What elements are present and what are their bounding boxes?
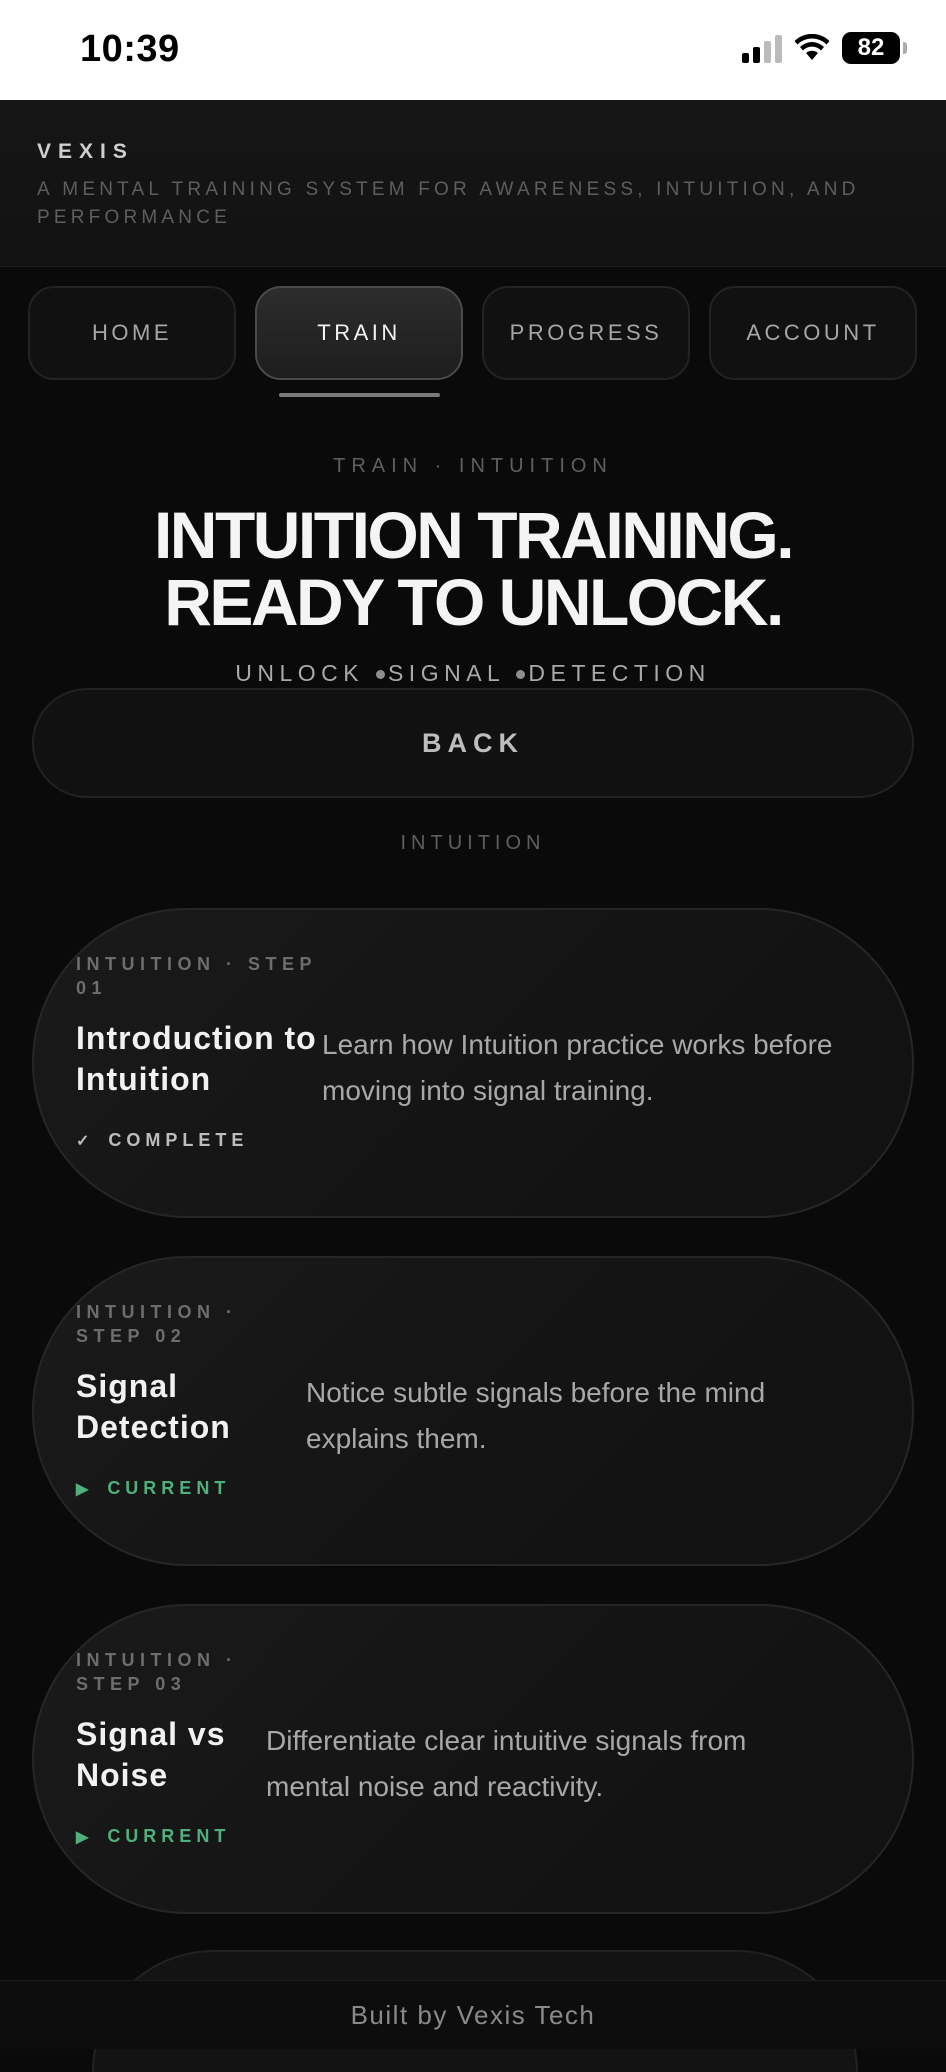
step-status-label: CURRENT <box>107 1478 231 1498</box>
page-title-line-2: READY TO UNLOCK. <box>164 565 784 639</box>
step-status-label: CURRENT <box>107 1826 231 1846</box>
step-card-info: INTUITION · STEP 03 Signal vs Noise ▶ CU… <box>76 1648 266 1847</box>
play-icon: ▶ <box>76 1480 94 1498</box>
step-title: Signal vs Noise <box>76 1716 226 1793</box>
check-icon: ✓ <box>76 1132 95 1150</box>
step-card[interactable]: INTUITION · STEP 01 Introduction to Intu… <box>32 908 914 1218</box>
unlock-requirements: UNLOCK SIGNAL DETECTION <box>0 660 946 687</box>
wifi-icon <box>794 34 830 60</box>
step-title: Signal Detection <box>76 1368 231 1445</box>
bullet-dot-icon <box>516 670 526 680</box>
step-description: Notice subtle signals before the mind ex… <box>306 1377 766 1454</box>
page-title: INTUITION TRAINING. READY TO UNLOCK. <box>0 502 946 636</box>
step-description: Learn how Intuition practice works befor… <box>322 1029 833 1106</box>
unlock-item: SIGNAL <box>387 660 505 686</box>
page-title-line-1: INTUITION TRAINING. <box>153 498 795 572</box>
step-description: Differentiate clear intuitive signals fr… <box>266 1725 747 1802</box>
main-nav: HOME TRAIN PROGRESS ACCOUNT <box>28 286 918 382</box>
breadcrumb: TRAIN · INTUITION <box>333 455 613 477</box>
back-button[interactable]: BACK <box>32 688 914 798</box>
step-status-label: COMPLETE <box>108 1130 249 1150</box>
bullet-dot-icon <box>375 670 385 680</box>
tab-train[interactable]: TRAIN <box>255 286 463 380</box>
step-card[interactable]: INTUITION · STEP 02 Signal Detection ▶ C… <box>32 1256 914 1566</box>
step-label: INTUITION · STEP 01 <box>76 954 317 998</box>
unlock-item: UNLOCK <box>235 660 365 686</box>
tab-progress[interactable]: PROGRESS <box>482 286 690 380</box>
unlock-item: DETECTION <box>528 660 711 686</box>
step-label: INTUITION · STEP 03 <box>76 1650 238 1694</box>
status-time: 10:39 <box>80 28 180 70</box>
step-label: INTUITION · STEP 02 <box>76 1302 238 1346</box>
step-title: Introduction to Intuition <box>76 1020 317 1097</box>
step-status: ▶ CURRENT <box>76 1478 266 1499</box>
active-tab-indicator <box>279 393 440 397</box>
section-label: INTUITION <box>400 832 546 854</box>
step-card-info: INTUITION · STEP 01 Introduction to Intu… <box>76 952 336 1151</box>
footer-credit: Built by Vexis Tech <box>0 1980 946 2049</box>
play-icon: ▶ <box>76 1828 94 1846</box>
status-bar: 10:39 82 <box>0 0 946 100</box>
cellular-signal-icon <box>742 33 782 63</box>
step-card-info: INTUITION · STEP 02 Signal Detection ▶ C… <box>76 1300 266 1499</box>
tab-home[interactable]: HOME <box>28 286 236 380</box>
step-status: ▶ CURRENT <box>76 1826 266 1847</box>
step-status: ✓ COMPLETE <box>76 1130 336 1151</box>
status-icons: 82 <box>742 32 907 64</box>
step-card[interactable]: INTUITION · STEP 03 Signal vs Noise ▶ CU… <box>32 1604 914 1914</box>
app-header: VEXIS A MENTAL TRAINING SYSTEM FOR AWARE… <box>0 100 946 267</box>
tab-account[interactable]: ACCOUNT <box>709 286 917 380</box>
battery-icon: 82 <box>842 32 907 64</box>
brand-name: VEXIS <box>37 140 134 163</box>
brand-tagline: A MENTAL TRAINING SYSTEM FOR AWARENESS, … <box>37 179 860 228</box>
